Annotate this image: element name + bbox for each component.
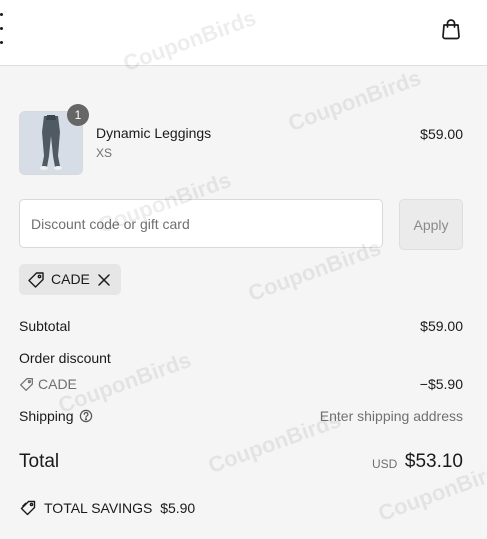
menu-icon[interactable] bbox=[0, 13, 4, 45]
quantity-badge: 1 bbox=[67, 104, 89, 126]
discount-code-label: CADE bbox=[38, 376, 77, 392]
product-title: Dynamic Leggings bbox=[96, 125, 212, 141]
subtotal-label: Subtotal bbox=[19, 318, 71, 334]
product-variant: XS bbox=[96, 146, 113, 160]
applied-discount-tag: CADE bbox=[19, 264, 121, 295]
help-icon[interactable] bbox=[79, 409, 93, 423]
close-icon[interactable] bbox=[97, 273, 111, 287]
line-item: 1 Dynamic Leggings XS $59.00 bbox=[19, 104, 463, 175]
total-savings-label: TOTAL SAVINGS bbox=[44, 500, 153, 516]
header bbox=[0, 0, 487, 66]
shipping-value: Enter shipping address bbox=[319, 408, 463, 424]
product-price: $59.00 bbox=[420, 126, 463, 142]
total-label: Total bbox=[19, 451, 60, 472]
subtotal-value: $59.00 bbox=[420, 318, 463, 334]
shopping-bag-icon[interactable] bbox=[439, 17, 463, 41]
savings-tag-icon bbox=[20, 500, 36, 516]
discount-code-input[interactable] bbox=[19, 199, 383, 248]
applied-discount-code: CADE bbox=[51, 271, 90, 287]
shipping-label: Shipping bbox=[19, 408, 74, 424]
total-savings: TOTAL SAVINGS $5.90 bbox=[44, 500, 195, 516]
tag-icon bbox=[28, 272, 44, 288]
apply-button[interactable]: Apply bbox=[399, 199, 463, 250]
tag-icon bbox=[20, 378, 33, 391]
total-value: $53.10 bbox=[404, 451, 463, 472]
currency-code: USD bbox=[372, 457, 398, 471]
discount-amount: −$5.90 bbox=[419, 376, 463, 392]
order-discount-label: Order discount bbox=[19, 350, 111, 366]
total-savings-value: $5.90 bbox=[160, 500, 196, 516]
